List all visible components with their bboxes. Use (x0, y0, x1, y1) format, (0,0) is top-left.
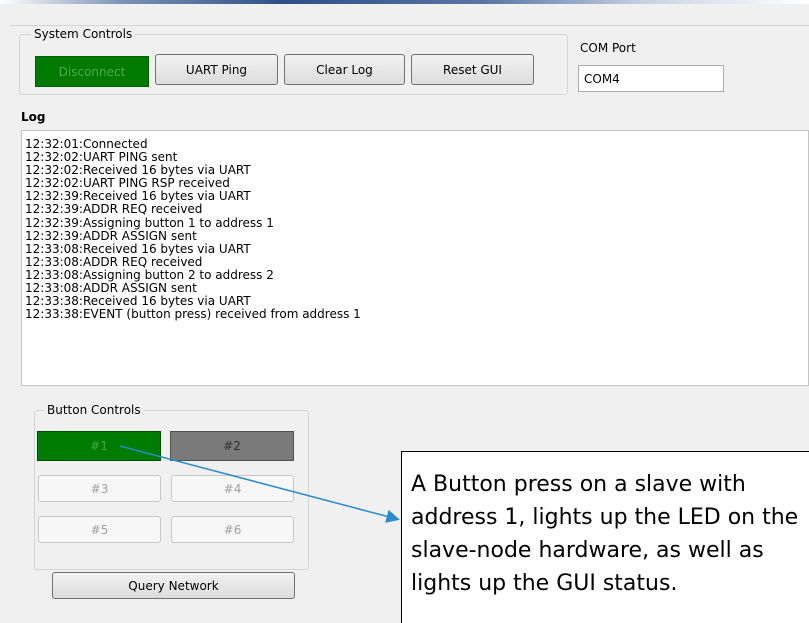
callout-text: A Button press on a slave with address 1… (411, 472, 799, 596)
callout-box: A Button press on a slave with address 1… (401, 451, 809, 623)
